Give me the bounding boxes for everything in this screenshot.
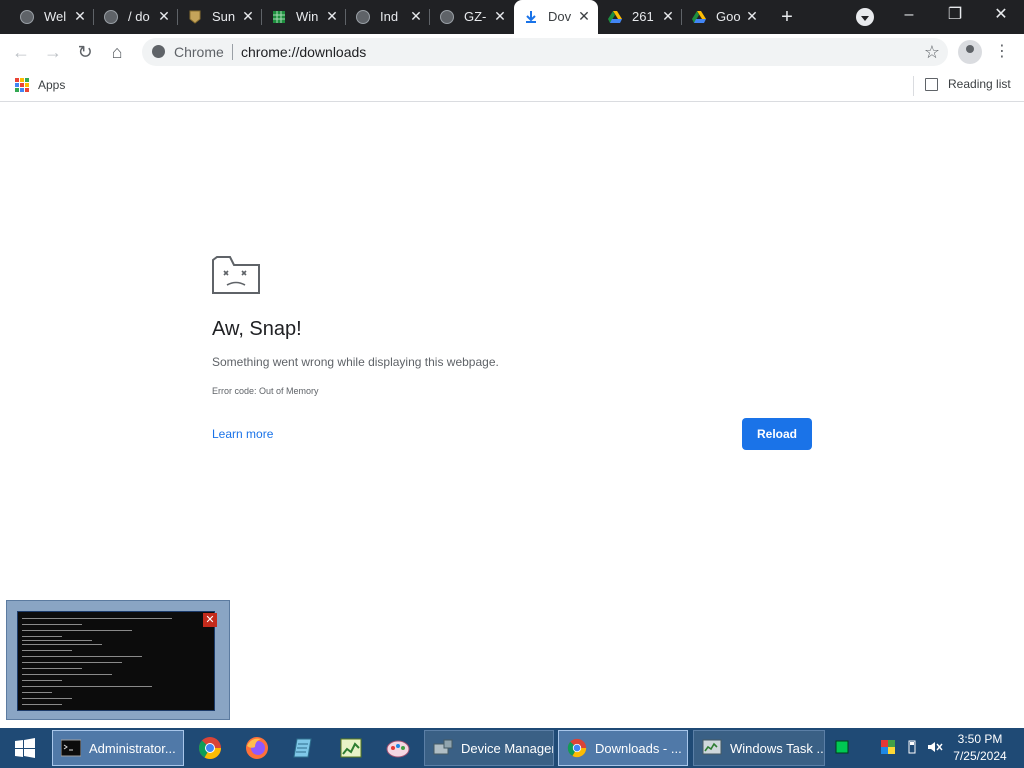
chrome-site-icon[interactable] [152,45,165,58]
home-icon[interactable]: ⌂ [104,39,130,65]
tab-title: Wel [44,9,67,24]
taskbar-label: Downloads - ... [595,740,682,756]
sad-folder-icon [212,256,260,294]
window-preview-thumbnail[interactable]: ✕ [6,600,230,720]
tab-title: Dov [548,9,572,24]
taskbar-task-manager[interactable]: Windows Task ... [693,730,825,766]
paint-pinned-icon[interactable] [386,736,410,760]
omnibox-url[interactable]: chrome://downloads [241,44,366,60]
globe-icon [440,10,454,24]
google-drive-icon [608,10,622,24]
error-code: Error code: Out of Memory [212,386,319,396]
apps-link[interactable]: Apps [38,78,65,92]
close-icon[interactable]: ✕ [492,8,508,24]
device-manager-icon [433,738,453,758]
taskbar-chrome-downloads[interactable]: Downloads - ... [558,730,688,766]
error-title: Aw, Snap! [212,318,302,340]
usb-device-icon[interactable] [905,740,919,754]
close-icon[interactable]: ✕ [744,8,760,24]
task-manager-icon [702,738,722,758]
close-icon[interactable]: ✕ [660,8,676,24]
google-drive-icon [692,10,706,24]
firefox-pinned-icon[interactable] [245,736,269,760]
globe-icon [20,10,34,24]
clock-date: 7/25/2024 [953,749,1007,763]
taskbar: Administrator... Device Manager Download… [0,728,1024,768]
chrome-pinned-icon[interactable] [198,736,222,760]
download-icon [524,10,538,24]
new-tab-button[interactable]: + [776,6,798,28]
tab-7-active[interactable]: Dov ✕ [514,0,598,34]
globe-icon [356,10,370,24]
globe-icon [104,10,118,24]
tab-4[interactable]: Win ✕ [262,0,346,34]
green-app-tray-icon[interactable] [835,740,849,754]
tab-3[interactable]: Sun ✕ [178,0,262,34]
profile-avatar[interactable] [958,40,982,64]
chrome-icon [567,738,587,758]
tab-9[interactable]: Goo ✕ [682,0,766,34]
omnibox-scheme: Chrome [174,44,224,60]
taskbar-label: Device Manager [461,740,553,756]
taskbar-device-manager[interactable]: Device Manager [424,730,554,766]
reading-list-icon[interactable] [925,78,938,91]
start-button[interactable] [6,728,44,768]
minimize-button[interactable]: – [886,0,932,30]
tab-title: Win [296,9,319,24]
close-window-button[interactable]: ✕ [978,0,1024,30]
notepad-pinned-icon[interactable] [292,736,316,760]
tab-2[interactable]: / do ✕ [94,0,178,34]
close-icon[interactable]: ✕ [324,8,340,24]
reading-list-button[interactable]: Reading list [948,77,1011,91]
tab-1[interactable]: Wel ✕ [10,0,94,34]
tab-title: 261 [632,9,654,24]
tab-title: / do [128,9,150,24]
tab-title: GZ- [464,9,487,24]
apps-grid-icon[interactable] [15,78,29,92]
error-message: Something went wrong while displaying th… [212,355,499,369]
reload-icon[interactable]: ↻ [72,39,98,65]
taskbar-label: Administrator... [89,740,176,756]
learn-more-link[interactable]: Learn more [212,427,273,441]
tab-strip: Wel ✕ / do ✕ Sun ✕ Win ✕ Ind ✕ GZ- ✕ Dov… [0,0,1024,34]
close-icon[interactable]: ✕ [72,8,88,24]
browser-toolbar: ← → ↻ ⌂ Chrome chrome://downloads ☆ ⋮ [0,34,1024,70]
color-app-tray-icon[interactable] [881,740,895,754]
forward-button[interactable]: → [40,39,66,65]
close-preview-icon[interactable]: ✕ [203,613,217,627]
back-button[interactable]: ← [8,39,34,65]
close-icon[interactable]: ✕ [240,8,256,24]
tab-title: Ind [380,9,399,24]
reload-button[interactable]: Reload [742,418,812,450]
shield-icon [188,10,202,24]
windows-logo-icon [15,738,35,758]
spreadsheet-icon [272,10,286,24]
tab-8[interactable]: 261 ✕ [598,0,682,34]
address-bar[interactable]: Chrome chrome://downloads ☆ [142,38,948,66]
close-icon[interactable]: ✕ [408,8,424,24]
restore-button[interactable]: ❐ [932,0,978,30]
cmd-icon [60,738,82,758]
tab-6[interactable]: GZ- ✕ [430,0,514,34]
bookmark-star-icon[interactable]: ☆ [924,42,940,63]
close-icon[interactable]: ✕ [156,8,172,24]
clock-time: 3:50 PM [957,732,1003,746]
taskbar-cmd-window[interactable]: Administrator... [52,730,184,766]
tab-title: Goo [716,9,741,24]
system-clock[interactable]: 3:50 PM 7/25/2024 [948,731,1012,765]
more-menu-icon[interactable]: ⋮ [994,40,1010,64]
bookmarks-bar: Apps Reading list [0,70,1024,102]
tab-5[interactable]: Ind ✕ [346,0,430,34]
cmd-preview-screen [17,611,215,711]
volume-muted-icon[interactable] [927,740,943,754]
tab-search-icon[interactable] [856,8,874,26]
tab-title: Sun [212,9,236,24]
monitor-chart-pinned-icon[interactable] [339,736,363,760]
close-icon[interactable]: ✕ [576,8,592,24]
taskbar-label: Windows Task ... [730,740,824,756]
